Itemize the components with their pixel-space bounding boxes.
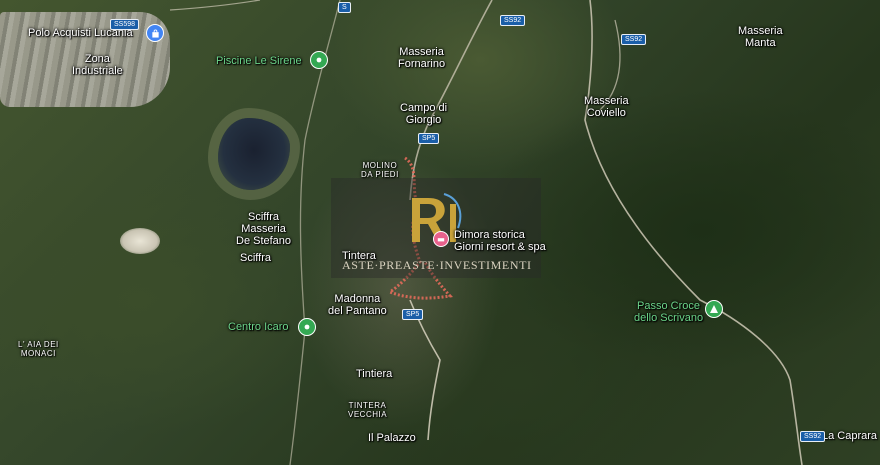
label-sciffra-masseria: Sciffra Masseria De Stefano bbox=[236, 211, 292, 247]
label-madonna-del-pantano: Madonna del Pantano bbox=[328, 293, 387, 317]
label-dimora[interactable]: Dimora storica Giorni resort & spa bbox=[454, 229, 546, 253]
hotel-icon[interactable] bbox=[433, 231, 449, 247]
label-sciffra: Sciffra bbox=[240, 252, 271, 264]
label-masseria-manta: Masseria Manta bbox=[738, 25, 783, 49]
label-passo-croce[interactable]: Passo Croce dello Scrivano bbox=[634, 300, 703, 324]
road-shield-sp5-upper: SP5 bbox=[418, 133, 440, 144]
label-tintera: Tintera bbox=[342, 250, 376, 262]
label-piscine[interactable]: Piscine Le Sirene bbox=[216, 55, 302, 67]
road-shield-ss598: SS598 bbox=[110, 19, 140, 30]
label-la-caprara: La Caprara bbox=[822, 430, 878, 442]
pool-icon[interactable] bbox=[310, 51, 328, 69]
river bbox=[409, 0, 493, 201]
label-l-aia-dei-monaci: L' AIA DEI MONACI bbox=[18, 340, 59, 358]
shopping-bag-icon[interactable] bbox=[146, 24, 164, 42]
road-sp5 bbox=[409, 299, 441, 441]
label-zona-industriale: Zona Industriale bbox=[72, 53, 123, 77]
satellite-map[interactable]: ASTE·PREASTE·INVESTIMENTI Polo Acquisti … bbox=[0, 0, 880, 465]
label-masseria-fornarino: Masseria Fornarino bbox=[398, 46, 446, 70]
activity-icon[interactable] bbox=[298, 318, 316, 336]
label-centro-icaro[interactable]: Centro Icaro bbox=[228, 321, 289, 333]
mountain-icon[interactable] bbox=[705, 300, 723, 318]
road-south bbox=[169, 0, 261, 11]
road-shield-sp5-lower: SP5 bbox=[402, 309, 424, 320]
label-tintiera: Tintiera bbox=[356, 368, 393, 380]
label-campo-di-giorgio: Campo di Giorgio bbox=[400, 102, 448, 126]
road-shield-s: S bbox=[338, 2, 351, 13]
label-il-palazzo: Il Palazzo bbox=[368, 432, 416, 444]
road-shield-ss92-mid: SS92 bbox=[621, 34, 647, 45]
label-masseria-coviello: Masseria Coviello bbox=[584, 95, 629, 119]
label-tintera-vecchia: TINTERA VECCHIA bbox=[348, 401, 388, 419]
road-shield-ss92-bottom: SS92 bbox=[800, 431, 826, 442]
road-shield-ss92-top: SS92 bbox=[500, 15, 526, 26]
road-ss92 bbox=[584, 0, 803, 465]
label-molino-da-piedi: MOLINO DA PIEDI bbox=[361, 161, 399, 179]
